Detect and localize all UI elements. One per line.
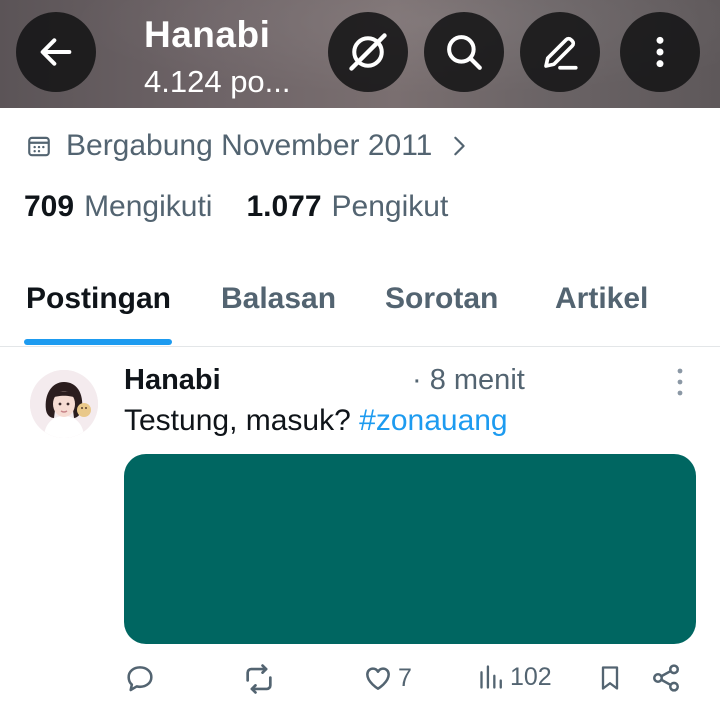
- header-title: Hanabi: [144, 14, 271, 55]
- back-arrow-icon: [40, 38, 72, 66]
- grok-button[interactable]: [328, 12, 408, 92]
- edit-icon: [544, 36, 578, 70]
- post-body: Testung, masuk?: [124, 404, 351, 437]
- tab-sorotan[interactable]: Sorotan: [385, 282, 498, 316]
- following-link[interactable]: 709 Mengikuti: [24, 190, 212, 224]
- followers-link[interactable]: 1.077 Pengikut: [246, 190, 448, 224]
- header-post-count: 4.124 po...: [144, 64, 291, 99]
- joined-date-row[interactable]: Bergabung November 2011: [26, 126, 470, 166]
- followers-count: 1.077: [246, 190, 322, 223]
- followers-label: Pengikut: [331, 190, 449, 223]
- more-vertical-icon: [677, 368, 683, 396]
- share-icon: [653, 664, 679, 692]
- tab-balasan[interactable]: Balasan: [221, 282, 336, 316]
- share-button[interactable]: [650, 662, 682, 694]
- search-button[interactable]: [424, 12, 504, 92]
- heart-icon: [366, 667, 390, 690]
- bookmark-button[interactable]: [596, 662, 624, 694]
- repost-icon: [246, 664, 272, 694]
- reply-button[interactable]: [124, 662, 156, 694]
- profile-tabs: Postingan Balasan Sorotan Artikel: [0, 262, 720, 346]
- chevron-right-icon: [448, 133, 470, 159]
- reply-icon: [127, 666, 153, 692]
- post-media[interactable]: [124, 454, 696, 644]
- follow-stats: 709 Mengikuti 1.077 Pengikut: [24, 190, 482, 224]
- back-button[interactable]: [16, 12, 96, 92]
- following-label: Mengikuti: [84, 190, 213, 223]
- search-icon: [447, 35, 482, 70]
- avatar[interactable]: [30, 370, 98, 438]
- like-button[interactable]: 7: [362, 662, 412, 694]
- following-count: 709: [24, 190, 75, 223]
- post-author-name[interactable]: Hanabi: [124, 364, 221, 397]
- views-button[interactable]: 102: [478, 662, 552, 692]
- tab-postingan[interactable]: Postingan: [26, 282, 171, 316]
- more-options-button[interactable]: [620, 12, 700, 92]
- more-vertical-icon: [656, 36, 664, 68]
- post-actions: 7 102: [0, 662, 720, 702]
- tabs-divider: [0, 346, 720, 347]
- bookmark-icon: [601, 666, 619, 690]
- views-count: 102: [510, 662, 552, 691]
- active-tab-indicator: [24, 339, 172, 345]
- tab-artikel[interactable]: Artikel: [555, 282, 648, 316]
- repost-button[interactable]: [242, 662, 276, 696]
- post-text: Testung, masuk? #zonauang: [124, 404, 508, 438]
- post-timestamp: · 8 menit: [412, 364, 525, 396]
- edit-button[interactable]: [520, 12, 600, 92]
- grok-icon: [349, 33, 387, 71]
- hashtag-link[interactable]: #zonauang: [359, 404, 507, 437]
- like-count: 7: [398, 663, 412, 692]
- calendar-icon: [26, 133, 52, 159]
- post-more-button[interactable]: [666, 366, 694, 400]
- joined-date-text: Bergabung November 2011: [66, 129, 433, 162]
- profile-header: Hanabi 4.124 po...: [0, 0, 720, 108]
- analytics-icon: [480, 665, 502, 689]
